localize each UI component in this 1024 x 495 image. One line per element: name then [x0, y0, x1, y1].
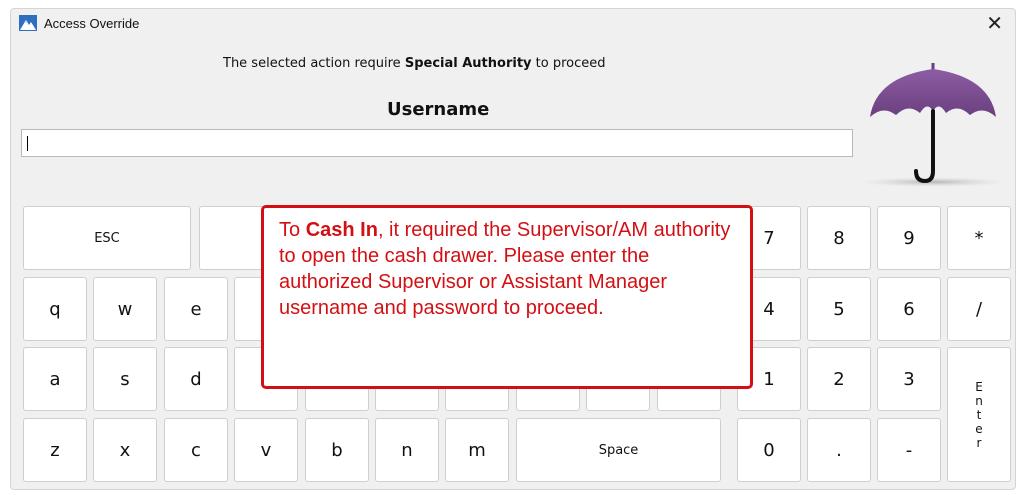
key-v[interactable]: v [234, 418, 298, 482]
key-dot[interactable]: . [807, 418, 871, 482]
message-bold: Special Authority [404, 56, 532, 71]
key-d[interactable]: d [164, 347, 228, 411]
enter-letter: E [975, 379, 983, 394]
message-prefix: The selected action require [223, 56, 401, 71]
access-override-dialog: Access Override ✕ The selected action re… [10, 8, 1016, 490]
esc-key[interactable]: ESC [23, 206, 191, 270]
key-asterisk[interactable]: * [947, 206, 1011, 270]
key-slash[interactable]: / [947, 277, 1011, 341]
key-s[interactable]: s [93, 347, 157, 411]
enter-letter: r [976, 435, 982, 450]
key-b[interactable]: b [305, 418, 369, 482]
key-z[interactable]: z [23, 418, 87, 482]
close-icon[interactable]: ✕ [986, 12, 1003, 34]
authority-message: The selected action require Special Auth… [223, 56, 606, 71]
key-n[interactable]: n [375, 418, 439, 482]
callout-bold: Cash In [305, 219, 378, 241]
key-6[interactable]: 6 [877, 277, 941, 341]
key-0[interactable]: 0 [737, 418, 801, 482]
username-label: Username [387, 99, 490, 120]
text-caret [27, 136, 28, 151]
username-input[interactable] [21, 129, 853, 157]
key-x[interactable]: x [93, 418, 157, 482]
instruction-callout: To Cash In, it required the Supervisor/A… [261, 205, 753, 389]
key-8[interactable]: 8 [807, 206, 871, 270]
key-2[interactable]: 2 [807, 347, 871, 411]
key-e[interactable]: e [164, 277, 228, 341]
callout-lead: To [279, 219, 301, 241]
umbrella-icon [858, 63, 1008, 187]
space-key[interactable]: Space [516, 418, 721, 482]
window-title: Access Override [44, 16, 140, 31]
key-a[interactable]: a [23, 347, 87, 411]
enter-letter: t [976, 407, 982, 422]
blank-key[interactable] [199, 206, 269, 270]
key-5[interactable]: 5 [807, 277, 871, 341]
key-m[interactable]: m [445, 418, 509, 482]
enter-key[interactable]: E n t e r [947, 347, 1011, 482]
key-3[interactable]: 3 [877, 347, 941, 411]
key-9[interactable]: 9 [877, 206, 941, 270]
key-w[interactable]: w [93, 277, 157, 341]
key-q[interactable]: q [23, 277, 87, 341]
message-suffix: to proceed [535, 56, 606, 71]
enter-letter: e [975, 421, 983, 436]
app-logo-icon [19, 15, 37, 31]
key-minus[interactable]: - [877, 418, 941, 482]
key-c[interactable]: c [164, 418, 228, 482]
enter-letter: n [975, 393, 983, 408]
title-bar: Access Override ✕ [11, 9, 1015, 39]
